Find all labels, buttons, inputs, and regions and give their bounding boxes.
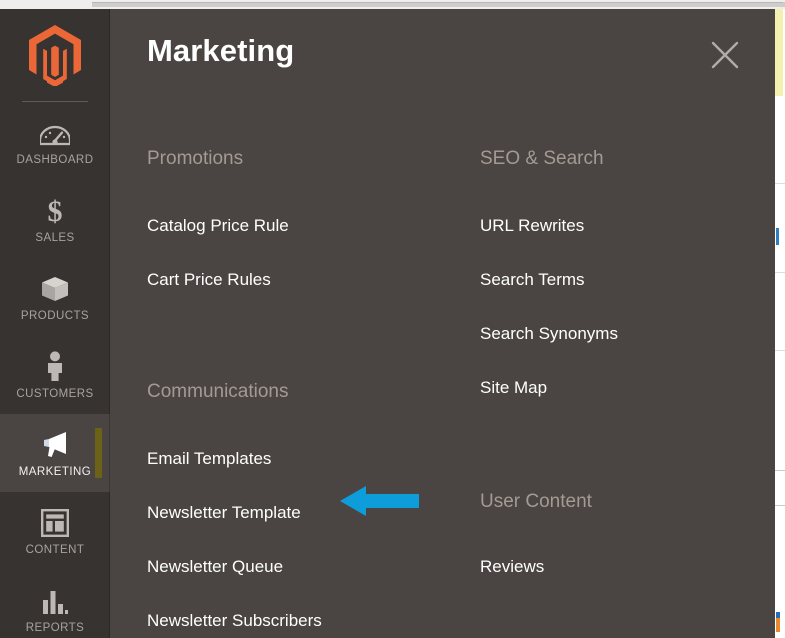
marketing-flyout-panel: Marketing Promotions Catalog Price Rule … (110, 9, 775, 638)
magento-logo[interactable] (0, 9, 110, 101)
sidebar-item-label: REPORTS (25, 621, 85, 634)
megaphone-icon (39, 429, 71, 459)
menu-item-newsletter-template[interactable]: Newsletter Template (147, 504, 301, 521)
menu-item-reviews[interactable]: Reviews (480, 558, 544, 575)
sidebar-item-label: PRODUCTS (20, 309, 90, 322)
menu-group-title-seo-search: SEO & Search (480, 148, 604, 169)
svg-text:$: $ (48, 195, 63, 225)
horizontal-scrollbar[interactable] (92, 2, 785, 7)
backdrop-orange-marker (776, 612, 780, 632)
menu-item-cart-price-rules[interactable]: Cart Price Rules (147, 271, 271, 288)
person-icon (44, 350, 66, 381)
menu-item-newsletter-queue[interactable]: Newsletter Queue (147, 558, 283, 575)
dollar-sign-icon: $ (43, 195, 67, 225)
menu-item-email-templates[interactable]: Email Templates (147, 450, 271, 467)
sidebar-item-customers[interactable]: CUSTOMERS (0, 336, 110, 414)
sidebar-item-products[interactable]: PRODUCTS (0, 258, 110, 336)
menu-item-search-terms[interactable]: Search Terms (480, 271, 585, 288)
bar-chart-icon (41, 585, 69, 615)
layout-page-icon (41, 507, 69, 537)
backdrop-highlight-strip (774, 8, 783, 96)
dashboard-gauge-icon (40, 117, 70, 147)
menu-group-title-user-content: User Content (480, 491, 592, 512)
backdrop-blue-marker (776, 228, 779, 245)
menu-item-catalog-price-rule[interactable]: Catalog Price Rule (147, 217, 289, 234)
sidebar-item-dashboard[interactable]: DASHBOARD (0, 102, 110, 180)
sidebar-item-label: MARKETING (18, 465, 92, 478)
menu-group-title-promotions: Promotions (147, 148, 244, 169)
box-icon (40, 273, 70, 303)
page-title: Marketing (147, 33, 295, 68)
browser-top-strip (0, 0, 785, 9)
sidebar-item-reports[interactable]: REPORTS (0, 570, 110, 638)
close-icon[interactable] (708, 38, 742, 72)
admin-sidebar: DASHBOARD $ SALES PRODUCTS CUSTOMERS MAR… (0, 9, 110, 638)
sidebar-item-content[interactable]: CONTENT (0, 492, 110, 570)
sidebar-item-sales[interactable]: $ SALES (0, 180, 110, 258)
active-indicator (95, 428, 102, 478)
sidebar-item-label: CONTENT (25, 543, 85, 556)
sidebar-item-label: CUSTOMERS (16, 387, 94, 400)
menu-item-search-synonyms[interactable]: Search Synonyms (480, 325, 618, 342)
sidebar-item-label: DASHBOARD (16, 153, 94, 166)
menu-item-site-map[interactable]: Site Map (480, 379, 547, 396)
sidebar-item-label: SALES (35, 231, 75, 244)
menu-item-newsletter-subscribers[interactable]: Newsletter Subscribers (147, 612, 322, 629)
menu-group-title-communications: Communications (147, 381, 289, 402)
sidebar-item-marketing[interactable]: MARKETING (0, 414, 110, 492)
menu-item-url-rewrites[interactable]: URL Rewrites (480, 217, 584, 234)
